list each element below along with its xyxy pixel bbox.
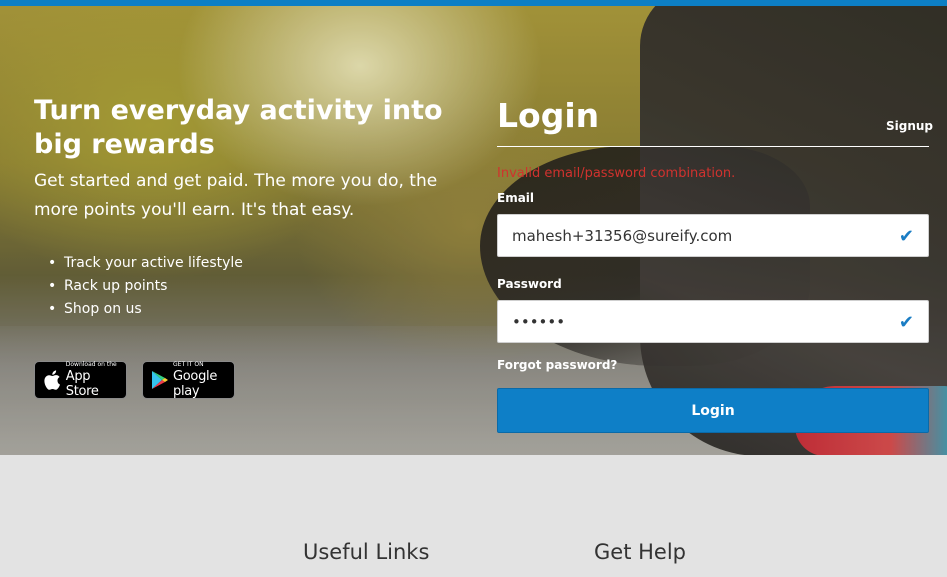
feature-item: Track your active lifestyle bbox=[46, 252, 243, 275]
google-play-button[interactable]: GET IT ON Google play bbox=[142, 361, 235, 399]
feature-list: Track your active lifestyle Rack up poin… bbox=[46, 252, 243, 321]
hero-subtext: Get started and get paid. The more you d… bbox=[34, 171, 438, 220]
login-button[interactable]: Login bbox=[497, 388, 929, 433]
google-play-small-text: GET IT ON bbox=[173, 361, 204, 368]
login-divider bbox=[497, 146, 929, 147]
email-field[interactable] bbox=[512, 226, 872, 245]
signup-link[interactable]: Signup bbox=[886, 119, 933, 133]
get-help-heading: Get Help bbox=[594, 540, 686, 564]
password-field-container: ✔ bbox=[497, 300, 929, 343]
google-play-icon bbox=[151, 368, 169, 392]
login-error-message: Invalid email/password combination. bbox=[497, 166, 736, 181]
apple-icon bbox=[43, 368, 62, 392]
useful-links-heading: Useful Links bbox=[303, 540, 430, 564]
feature-item: Rack up points bbox=[46, 275, 243, 298]
email-field-container: ✔ bbox=[497, 214, 929, 257]
hero-headline: Turn everyday activity into big rewards bbox=[34, 95, 443, 160]
email-valid-check-icon: ✔ bbox=[898, 226, 914, 247]
app-store-button[interactable]: Download on the App Store bbox=[34, 361, 127, 399]
app-store-big-text: App Store bbox=[65, 369, 99, 399]
password-valid-check-icon: ✔ bbox=[898, 312, 914, 333]
login-title: Login bbox=[497, 96, 600, 135]
password-label: Password bbox=[497, 277, 562, 291]
google-play-big-text: Google play bbox=[173, 369, 218, 399]
forgot-password-link[interactable]: Forgot password? bbox=[497, 358, 617, 372]
app-store-small-text: Download on the bbox=[65, 361, 117, 368]
feature-item: Shop on us bbox=[46, 298, 243, 321]
password-field[interactable] bbox=[512, 312, 872, 331]
email-label: Email bbox=[497, 191, 535, 205]
